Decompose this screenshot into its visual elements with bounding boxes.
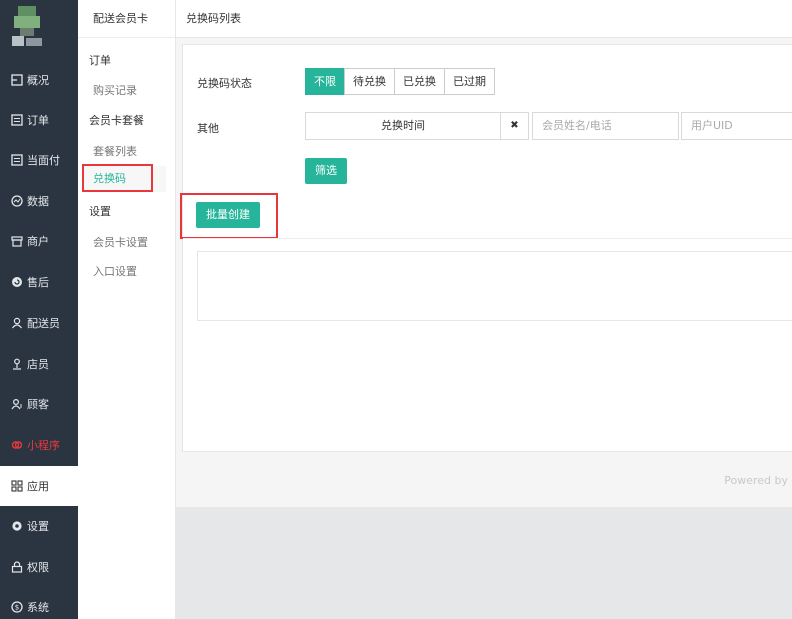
subnav-link-entry-settings[interactable]: 入口设置: [93, 263, 137, 279]
nav-label: 小程序: [27, 439, 60, 452]
nav-item-miniprogram[interactable]: 小程序: [0, 425, 78, 465]
nav-label: 当面付: [27, 154, 60, 167]
subnav-group-packages: 会员卡套餐: [89, 114, 144, 127]
status-option-expired[interactable]: 已过期: [444, 68, 495, 95]
aftersale-icon: [10, 275, 24, 289]
nav-label: 顾客: [27, 398, 49, 411]
clear-time-icon[interactable]: ✖: [500, 112, 529, 140]
nav-item-orders[interactable]: 订单: [0, 100, 78, 140]
subnav-link-package-list[interactable]: 套餐列表: [93, 143, 137, 159]
code-list-table: [197, 251, 792, 321]
status-filter-group: 不限 待兑换 已兑换 已过期: [305, 68, 495, 95]
nav-label: 配送员: [27, 317, 60, 330]
nav-item-customer[interactable]: 顾客: [0, 384, 78, 424]
redeem-time-field[interactable]: 兑换时间: [305, 112, 501, 140]
grid-icon: [10, 479, 24, 493]
sub-sidebar: 配送会员卡 订单 购买记录 会员卡套餐 套餐列表 兑换码 设置 会员卡设置 入口…: [78, 0, 176, 619]
nav-item-settings[interactable]: 设置: [0, 506, 78, 546]
other-label: 其他: [197, 122, 219, 135]
svg-text:$: $: [15, 604, 19, 612]
nav-item-aftersale[interactable]: 售后: [0, 262, 78, 302]
uid-search-input[interactable]: 用户UID: [681, 112, 792, 140]
nav-label: 概况: [27, 74, 49, 87]
nav-item-staff[interactable]: 店员: [0, 344, 78, 384]
list-icon: [10, 113, 24, 127]
nav-item-system[interactable]: $ 系统: [0, 587, 78, 619]
avatar[interactable]: [12, 6, 42, 48]
status-option-pending[interactable]: 待兑换: [344, 68, 395, 95]
subnav-link-purchase[interactable]: 购买记录: [93, 82, 137, 98]
nav-label: 系统: [27, 601, 49, 614]
users-icon: [10, 397, 24, 411]
lock-icon: [10, 560, 24, 574]
filter-panel: 兑换码状态 不限 待兑换 已兑换 已过期 其他 兑换时间 ✖ 会员姓名/电话 用…: [180, 44, 792, 452]
subnav-link-card-settings[interactable]: 会员卡设置: [93, 234, 148, 250]
highlight-box-batch: [180, 193, 278, 239]
subnav-title: 配送会员卡: [78, 0, 175, 38]
nav-item-courier[interactable]: 配送员: [0, 303, 78, 343]
footer-area: [176, 507, 792, 619]
dashboard-icon: [10, 73, 24, 87]
nav-item-merchant[interactable]: 商户: [0, 221, 78, 261]
nav-item-permission[interactable]: 权限: [0, 547, 78, 587]
nav-label: 商户: [27, 235, 49, 248]
nav-label: 店员: [27, 358, 49, 371]
nav-item-counter-pay[interactable]: 当面付: [0, 140, 78, 180]
powered-by-text: Powered by: [724, 474, 788, 487]
main-content: 兑换码列表 兑换码状态 不限 待兑换 已兑换 已过期 其他 兑换时间 ✖ 会员姓…: [176, 0, 792, 619]
status-option-all[interactable]: 不限: [305, 68, 345, 95]
page-title: 兑换码列表: [176, 0, 792, 38]
chart-icon: [10, 194, 24, 208]
nav-item-apps[interactable]: 应用: [0, 466, 78, 506]
nav-label: 权限: [27, 561, 49, 574]
staff-icon: [10, 357, 24, 371]
user-icon: [10, 316, 24, 330]
status-option-redeemed[interactable]: 已兑换: [394, 68, 445, 95]
status-label: 兑换码状态: [197, 77, 252, 90]
system-icon: $: [10, 600, 24, 614]
filter-button[interactable]: 筛选: [305, 158, 347, 184]
nav-label: 设置: [27, 520, 49, 533]
subnav-group-orders: 订单: [89, 54, 111, 67]
divider: [183, 238, 792, 239]
subnav-group-settings: 设置: [89, 205, 111, 218]
nav-item-overview[interactable]: 概况: [0, 60, 78, 100]
highlight-box-redeem: [82, 164, 153, 192]
nav-label: 售后: [27, 276, 49, 289]
miniprogram-icon: [10, 438, 24, 452]
list-icon: [10, 153, 24, 167]
nav-label: 应用: [27, 480, 49, 493]
nav-label: 订单: [27, 114, 49, 127]
nav-item-data[interactable]: 数据: [0, 181, 78, 221]
gear-icon: [10, 519, 24, 533]
member-search-input[interactable]: 会员姓名/电话: [532, 112, 679, 140]
main-sidebar: 概况 订单 当面付 数据 商户 售后 配送员 店员 顾客 小程序 应用 设置 权…: [0, 0, 78, 619]
store-icon: [10, 234, 24, 248]
nav-label: 数据: [27, 195, 49, 208]
